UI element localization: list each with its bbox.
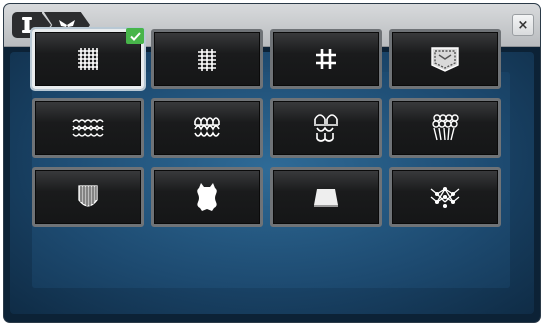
fabric-tile-knit-stretch[interactable] (270, 98, 382, 158)
knit-fabric-medium-icon (194, 117, 220, 137)
woven-fabric-sparse-icon (316, 49, 336, 69)
fabric-tile-woven-light[interactable] (151, 29, 263, 89)
fabric-tile-pile[interactable] (32, 167, 144, 227)
fabric-tile-denim[interactable] (389, 29, 501, 89)
fabric-tile-woven-heavy[interactable] (32, 28, 144, 89)
leather-hide-icon (197, 183, 217, 211)
fabric-tile-knit-medium[interactable] (151, 98, 263, 158)
woven-fabric-heavy-icon (78, 48, 98, 70)
fabric-tile-knit-light[interactable] (32, 98, 144, 158)
woven-fabric-light-icon (198, 49, 216, 71)
fabric-grid (32, 28, 512, 227)
terry-loops-icon (432, 114, 459, 141)
bobbin-icon (22, 17, 32, 33)
fabric-tile-leather[interactable] (151, 167, 263, 227)
fabric-tile-terry[interactable] (389, 98, 501, 158)
fabric-tile-lace[interactable] (389, 167, 501, 227)
selected-check-icon (126, 28, 144, 44)
fabric-tile-vinyl[interactable] (270, 167, 382, 227)
vinyl-sheet-icon (314, 189, 338, 207)
lace-net-icon (430, 186, 460, 209)
fabric-selection-window: × (4, 4, 540, 322)
pile-fabric-icon (78, 185, 98, 207)
knit-fabric-stretch-icon (314, 114, 338, 142)
knit-fabric-light-icon (72, 119, 104, 137)
close-button[interactable]: × (512, 14, 534, 36)
denim-pocket-icon (431, 47, 459, 72)
fabric-tile-woven-sparse[interactable] (270, 29, 382, 89)
